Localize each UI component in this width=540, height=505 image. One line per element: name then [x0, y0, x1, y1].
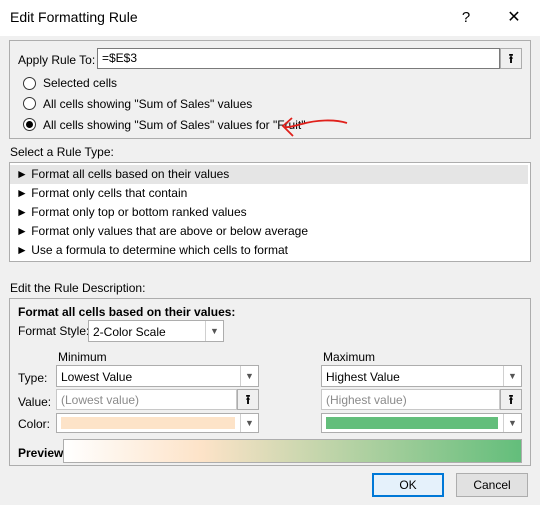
- value-label: Value:: [18, 395, 52, 409]
- description-heading: Format all cells based on their values:: [18, 305, 236, 319]
- chevron-down-icon: ▼: [240, 414, 258, 432]
- collapse-arrow-icon: ⭱: [508, 51, 514, 66]
- collapse-arrow-icon: ⭱: [508, 392, 514, 407]
- rule-type-item[interactable]: ► Format only cells that contain: [10, 184, 528, 203]
- max-color-swatch: [326, 417, 498, 429]
- maximum-label: Maximum: [323, 350, 376, 364]
- max-value-placeholder: (Highest value): [326, 393, 407, 407]
- min-color-select[interactable]: ▼: [56, 413, 259, 433]
- chevron-down-icon: ▼: [205, 321, 223, 341]
- chevron-down-icon: ▼: [503, 414, 521, 432]
- chevron-down-icon: ▼: [240, 366, 258, 386]
- rule-type-list: ► Format all cells based on their values…: [9, 162, 531, 262]
- rule-type-item[interactable]: ► Use a formula to determine which cells…: [10, 241, 528, 260]
- ok-button[interactable]: OK: [372, 473, 444, 497]
- annotation-arrow-icon: [281, 117, 348, 137]
- color-label: Color:: [18, 417, 51, 431]
- max-type-select[interactable]: Highest Value ▼: [321, 365, 522, 387]
- rule-type-item[interactable]: ► Format all cells based on their values: [10, 165, 528, 184]
- cancel-button[interactable]: Cancel: [456, 473, 528, 497]
- preview-gradient: [63, 439, 522, 463]
- collapse-arrow-icon: ⭱: [245, 392, 251, 407]
- preview-label: Preview:: [18, 446, 68, 460]
- max-value-input[interactable]: (Highest value): [321, 389, 500, 410]
- min-value-placeholder: (Lowest value): [61, 393, 140, 407]
- rule-type-item[interactable]: ► Format only top or bottom ranked value…: [10, 203, 528, 222]
- radio-selected-cells[interactable]: [23, 77, 36, 90]
- rule-type-label: Select a Rule Type:: [10, 145, 114, 159]
- format-style-select[interactable]: 2-Color Scale ▼: [88, 320, 224, 342]
- rule-description-label: Edit the Rule Description:: [10, 281, 146, 295]
- help-button[interactable]: ?: [452, 4, 480, 32]
- max-type-value: Highest Value: [326, 370, 400, 384]
- apply-rule-value: =$E$3: [102, 51, 138, 65]
- radio-all-cells-sum[interactable]: [23, 97, 36, 110]
- radio-all-cells-sum-label: All cells showing "Sum of Sales" values: [43, 97, 253, 111]
- minimum-label: Minimum: [58, 350, 107, 364]
- chevron-down-icon: ▼: [503, 366, 521, 386]
- min-value-ref-button[interactable]: ⭱: [237, 389, 259, 410]
- min-value-input[interactable]: (Lowest value): [56, 389, 237, 410]
- max-color-select[interactable]: ▼: [321, 413, 522, 433]
- collapse-dialog-button[interactable]: ⭱: [500, 48, 522, 69]
- format-style-value: 2-Color Scale: [93, 325, 166, 339]
- apply-rule-label: Apply Rule To:: [18, 53, 96, 67]
- min-type-select[interactable]: Lowest Value ▼: [56, 365, 259, 387]
- format-style-label: Format Style:: [18, 324, 90, 338]
- max-value-ref-button[interactable]: ⭱: [500, 389, 522, 410]
- rule-type-item[interactable]: ► Format only values that are above or b…: [10, 222, 528, 241]
- radio-all-cells-fruit-label: All cells showing "Sum of Sales" values …: [43, 118, 306, 132]
- type-label: Type:: [18, 371, 48, 385]
- radio-all-cells-fruit[interactable]: [23, 118, 36, 131]
- min-type-value: Lowest Value: [61, 370, 133, 384]
- apply-rule-input[interactable]: =$E$3: [97, 48, 500, 69]
- dialog-title: Edit Formatting Rule: [10, 9, 138, 25]
- radio-selected-cells-label: Selected cells: [43, 76, 118, 90]
- min-color-swatch: [61, 417, 235, 429]
- close-button[interactable]: ✕: [500, 4, 528, 32]
